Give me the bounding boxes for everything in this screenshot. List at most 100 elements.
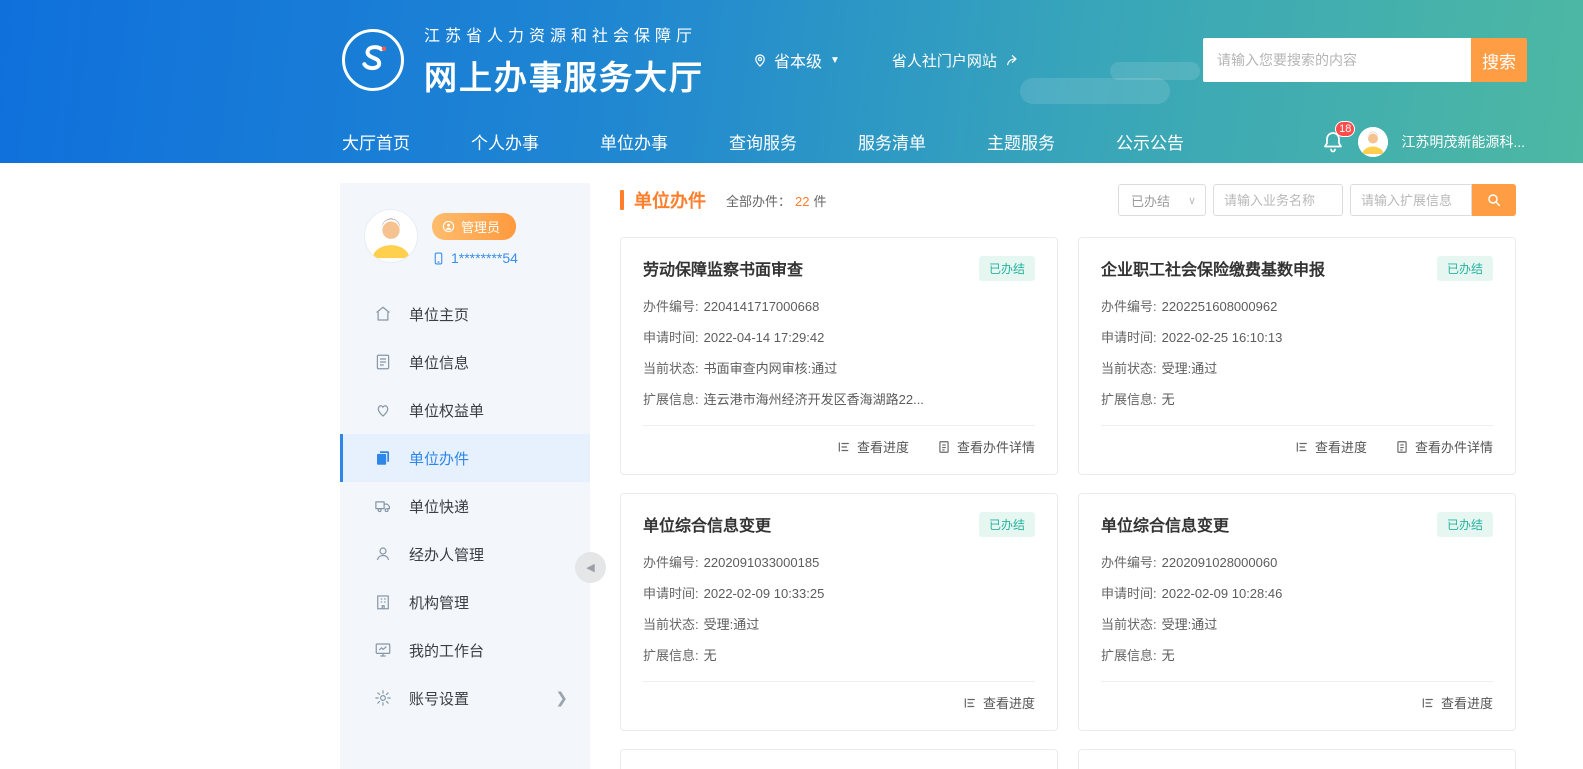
- status-badge: 已办结: [979, 256, 1035, 281]
- portal-link-label: 省人社门户网站: [892, 50, 997, 71]
- case-number: 2202251608000962: [1162, 291, 1278, 322]
- collapse-sidebar-button[interactable]: ◀: [575, 552, 606, 583]
- progress-list-icon: [1295, 440, 1309, 454]
- sidebar-item-unit-home[interactable]: 单位主页: [340, 290, 590, 338]
- role-badge-label: 管理员: [461, 217, 500, 236]
- field-label: 扩展信息:: [1101, 640, 1157, 671]
- building-icon: [374, 593, 392, 611]
- progress-list-icon: [1421, 696, 1435, 710]
- status-badge: 已办结: [1437, 256, 1493, 281]
- notification-badge: 18: [1335, 121, 1355, 137]
- case-card: 单位综合信息变更 已办结 办件编号:2202091028000060 申请时间:…: [1078, 493, 1516, 731]
- company-name[interactable]: 江苏明茂新能源科...: [1401, 132, 1525, 152]
- sidebar-item-label: 机构管理: [409, 592, 469, 613]
- nav-item-announcements[interactable]: 公示公告: [1116, 129, 1184, 154]
- case-title: 单位综合信息变更: [643, 512, 771, 536]
- case-card-partial: [1078, 749, 1516, 769]
- sidebar-item-workbench[interactable]: 我的工作台: [340, 626, 590, 674]
- current-status: 受理:通过: [1162, 609, 1218, 640]
- field-label: 当前状态:: [1101, 609, 1157, 640]
- current-status: 受理:通过: [704, 609, 760, 640]
- total-count: 22: [795, 194, 809, 209]
- collapse-arrow-icon: ◀: [586, 561, 594, 574]
- nav-item-query[interactable]: 查询服务: [729, 129, 797, 154]
- search-button[interactable]: 搜索: [1471, 38, 1527, 82]
- sidebar-item-account-settings[interactable]: 账号设置 ❯: [340, 674, 590, 722]
- detail-document-icon: [1395, 440, 1409, 454]
- sidebar-item-label: 单位办件: [409, 448, 469, 469]
- sidebar-item-org-management[interactable]: 机构管理: [340, 578, 590, 626]
- field-label: 申请时间:: [643, 322, 699, 353]
- gear-icon: [374, 689, 392, 707]
- case-card-grid: 劳动保障监察书面审查 已办结 办件编号:2204141717000668 申请时…: [620, 237, 1516, 769]
- view-detail-link[interactable]: 查看办件详情: [937, 437, 1035, 456]
- site-titles: 江苏省人力资源和社会保障厅 网上办事服务大厅: [424, 22, 704, 99]
- sidebar-item-unit-express[interactable]: 单位快递: [340, 482, 590, 530]
- cloud-decoration: [1020, 78, 1170, 104]
- page: 江苏省人力资源和社会保障厅 网上办事服务大厅 省本级 ▼ 省人社门户网站: [0, 0, 1583, 769]
- home-icon: [374, 305, 392, 323]
- field-label: 办件编号:: [643, 547, 699, 578]
- sidebar-item-unit-info[interactable]: 单位信息: [340, 338, 590, 386]
- nav-item-personal[interactable]: 个人办事: [471, 129, 539, 154]
- field-label: 当前状态:: [643, 353, 699, 384]
- extended-info: 无: [1162, 384, 1175, 415]
- notification-bell-icon[interactable]: 18: [1321, 130, 1345, 154]
- field-label: 扩展信息:: [643, 384, 699, 415]
- sidebar-item-label: 单位权益单: [409, 400, 484, 421]
- document-icon: [374, 353, 392, 371]
- business-name-input[interactable]: [1213, 184, 1343, 216]
- phone-icon: [432, 251, 445, 266]
- search-input[interactable]: [1203, 38, 1471, 82]
- nav-item-hall-home[interactable]: 大厅首页: [342, 129, 410, 154]
- apply-time: 2022-04-14 17:29:42: [704, 322, 825, 353]
- header-search: 搜索: [1203, 38, 1527, 82]
- region-label: 省本级: [774, 48, 822, 72]
- field-label: 当前状态:: [643, 609, 699, 640]
- apply-time: 2022-02-09 10:33:25: [704, 578, 825, 609]
- profile-card: 管理员 1********54: [340, 183, 590, 282]
- case-card: 劳动保障监察书面审查 已办结 办件编号:2204141717000668 申请时…: [620, 237, 1058, 475]
- field-label: 申请时间:: [1101, 578, 1157, 609]
- status-badge: 已办结: [1437, 512, 1493, 537]
- field-label: 申请时间:: [1101, 322, 1157, 353]
- filter-search-button[interactable]: [1472, 184, 1516, 216]
- status-badge: 已办结: [979, 512, 1035, 537]
- view-progress-link[interactable]: 查看进度: [963, 693, 1035, 712]
- workbench-icon: [374, 641, 392, 659]
- cloud-decoration: [1110, 62, 1200, 80]
- case-card: 单位综合信息变更 已办结 办件编号:2202091033000185 申请时间:…: [620, 493, 1058, 731]
- view-detail-link[interactable]: 查看办件详情: [1395, 437, 1493, 456]
- site-header: 江苏省人力资源和社会保障厅 网上办事服务大厅 省本级 ▼ 省人社门户网站: [0, 0, 1583, 163]
- region-selector[interactable]: 省本级 ▼: [752, 48, 840, 72]
- case-card: 企业职工社会保险缴费基数申报 已办结 办件编号:2202251608000962…: [1078, 237, 1516, 475]
- sidebar-item-unit-cases[interactable]: 单位办件: [340, 434, 590, 482]
- portal-link[interactable]: 省人社门户网站: [892, 50, 1021, 71]
- sidebar-item-agent-management[interactable]: 经办人管理: [340, 530, 590, 578]
- field-label: 办件编号:: [1101, 547, 1157, 578]
- view-progress-link[interactable]: 查看进度: [1421, 693, 1493, 712]
- nav-item-service-list[interactable]: 服务清单: [858, 129, 926, 154]
- nav-item-unit[interactable]: 单位办事: [600, 129, 668, 154]
- location-pin-icon: [752, 52, 768, 68]
- cases-icon: [374, 449, 392, 467]
- progress-list-icon: [837, 440, 851, 454]
- view-progress-link[interactable]: 查看进度: [1295, 437, 1367, 456]
- field-label: 办件编号:: [1101, 291, 1157, 322]
- case-title: 单位综合信息变更: [1101, 512, 1229, 536]
- field-label: 当前状态:: [1101, 353, 1157, 384]
- view-progress-link[interactable]: 查看进度: [837, 437, 909, 456]
- extended-info-input[interactable]: [1350, 184, 1472, 216]
- heart-icon: [374, 401, 392, 419]
- sidebar-item-unit-rights[interactable]: 单位权益单: [340, 386, 590, 434]
- nav-item-theme[interactable]: 主题服务: [987, 129, 1055, 154]
- apply-time: 2022-02-09 10:28:46: [1162, 578, 1283, 609]
- user-avatar[interactable]: [1358, 127, 1388, 157]
- site-logo-icon: [342, 29, 404, 91]
- field-label: 申请时间:: [643, 578, 699, 609]
- sidebar: 管理员 1********54: [340, 183, 590, 769]
- sidebar-item-label: 账号设置: [409, 688, 469, 709]
- main-nav: 大厅首页 个人办事 单位办事 查询服务 服务清单 主题服务 公示公告 18: [0, 120, 1583, 163]
- content-header: 单位办件 全部办件：22件 已办结 ∨: [620, 183, 1516, 217]
- status-filter-select[interactable]: 已办结 ∨: [1118, 184, 1206, 216]
